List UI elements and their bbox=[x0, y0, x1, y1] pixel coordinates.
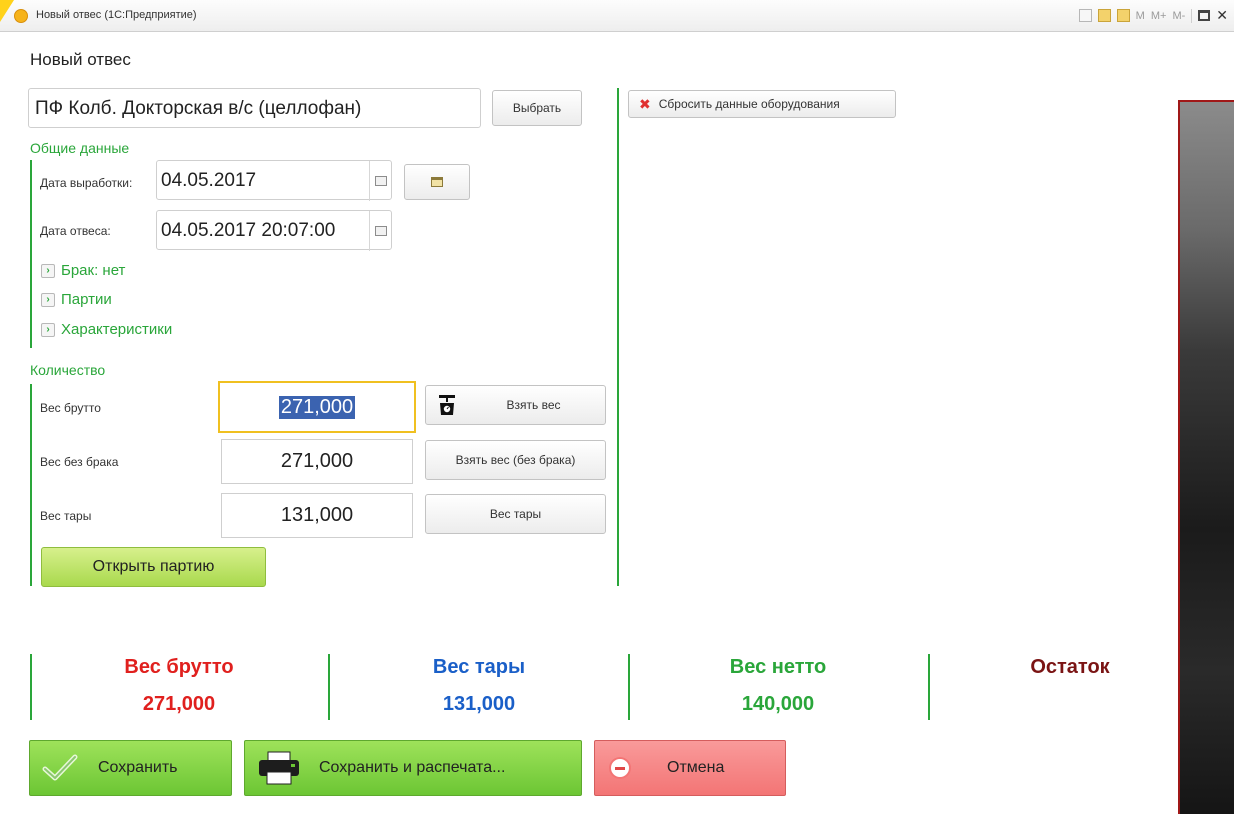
title-bar: Новый отвес (1С:Предприятие) M M+ M- ✕ bbox=[0, 0, 1234, 32]
general-section-title: Общие данные bbox=[30, 140, 130, 156]
calendar-icon[interactable] bbox=[1116, 9, 1130, 22]
take-weight-label: Взять вес bbox=[506, 398, 561, 412]
summary-gross-label: Вес брутто bbox=[124, 656, 234, 678]
production-date-label: Дата выработки: bbox=[40, 176, 133, 190]
weighing-date-value: 04.05.2017 20:07:00 bbox=[161, 220, 336, 241]
column-divider bbox=[617, 88, 619, 586]
chevron-right-icon: › bbox=[41, 263, 55, 278]
gross-weight-value: 271,000 bbox=[278, 395, 356, 419]
memory-minus-button[interactable]: M- bbox=[1172, 10, 1185, 22]
chevron-right-icon: › bbox=[41, 322, 55, 337]
summary-net: Вес нетто 140,000 bbox=[658, 656, 898, 716]
expander-defect[interactable]: › Брак: нет bbox=[41, 262, 125, 279]
take-weight-button[interactable]: Взять вес bbox=[425, 385, 606, 425]
calendar-icon[interactable] bbox=[369, 161, 391, 201]
tare-weight-field[interactable]: 131,000 bbox=[221, 493, 413, 538]
cancel-button[interactable]: Отмена bbox=[594, 740, 786, 796]
tare-weight-label: Вес тары bbox=[40, 509, 92, 523]
calendar-icon bbox=[431, 177, 443, 187]
toolbar-divider bbox=[1191, 8, 1193, 23]
quantity-section-line bbox=[30, 384, 32, 586]
summary-remainder-label: Остаток bbox=[1030, 656, 1110, 678]
summary-divider bbox=[30, 654, 32, 720]
weighing-date-label: Дата отвеса: bbox=[40, 224, 111, 238]
save-and-print-button[interactable]: Сохранить и распечата... bbox=[244, 740, 582, 796]
no-defect-weight-label: Вес без брака bbox=[40, 455, 119, 469]
chevron-right-icon: › bbox=[41, 292, 55, 307]
summary-gross: Вес брутто 271,000 bbox=[59, 656, 299, 716]
title-bar-tools: M M+ M- ✕ bbox=[1078, 7, 1228, 24]
general-section-line bbox=[30, 160, 32, 348]
select-product-button[interactable]: Выбрать bbox=[492, 90, 582, 126]
production-date-field[interactable]: 04.05.2017 bbox=[156, 160, 392, 201]
no-defect-weight-value: 271,000 bbox=[280, 450, 354, 472]
cancel-label: Отмена bbox=[667, 759, 725, 776]
summary-tare-label: Вес тары bbox=[432, 656, 526, 678]
summary-divider bbox=[928, 654, 930, 720]
notes-icon[interactable] bbox=[1097, 9, 1111, 22]
weighing-date-field[interactable]: 04.05.2017 20:07:00 bbox=[156, 210, 392, 251]
quantity-section-title: Количество bbox=[30, 362, 106, 378]
app-logo-icon bbox=[14, 9, 28, 23]
form-title: Новый отвес bbox=[30, 50, 131, 69]
open-batch-button[interactable]: Открыть партию bbox=[41, 547, 266, 587]
stop-icon bbox=[611, 759, 629, 777]
memory-plus-button[interactable]: M+ bbox=[1151, 10, 1167, 22]
take-weight-no-defect-button[interactable]: Взять вес (без брака) bbox=[425, 440, 606, 480]
gross-weight-field[interactable]: 271,000 bbox=[218, 381, 416, 433]
summary-gross-value: 271,000 bbox=[142, 693, 216, 715]
save-and-print-label: Сохранить и распечата... bbox=[319, 759, 506, 776]
printer-icon bbox=[259, 751, 299, 785]
scale-icon bbox=[439, 395, 455, 415]
tare-weight-button[interactable]: Вес тары bbox=[425, 494, 606, 534]
expander-characteristics[interactable]: › Характеристики bbox=[41, 321, 172, 338]
gross-weight-label: Вес брутто bbox=[40, 401, 101, 415]
summary-tare-value: 131,000 bbox=[442, 693, 516, 715]
summary-tare: Вес тары 131,000 bbox=[359, 656, 599, 716]
date-picker-button[interactable] bbox=[404, 164, 470, 200]
summary-divider bbox=[328, 654, 330, 720]
memory-button[interactable]: M bbox=[1136, 10, 1145, 22]
summary-net-value: 140,000 bbox=[741, 693, 815, 715]
reset-equipment-button[interactable]: ✖ Сбросить данные оборудования bbox=[628, 90, 896, 118]
summary-divider bbox=[628, 654, 630, 720]
cross-icon: ✖ bbox=[639, 95, 651, 112]
save-label: Сохранить bbox=[98, 759, 178, 776]
corner-accent bbox=[0, 0, 14, 22]
home-icon[interactable] bbox=[1078, 9, 1092, 22]
checkmark-icon bbox=[42, 754, 78, 781]
background-photo bbox=[1178, 100, 1234, 814]
maximize-icon[interactable] bbox=[1198, 10, 1211, 21]
summary-net-label: Вес нетто bbox=[729, 656, 827, 678]
expander-label: Характеристики bbox=[61, 321, 173, 338]
close-icon[interactable]: ✕ bbox=[1216, 7, 1228, 24]
production-date-value: 04.05.2017 bbox=[161, 170, 257, 191]
window-title: Новый отвес (1С:Предприятие) bbox=[36, 9, 197, 21]
expander-batches[interactable]: › Партии bbox=[41, 291, 112, 308]
expander-label: Партии bbox=[61, 291, 112, 308]
product-field[interactable]: ПФ Колб. Докторская в/с (целлофан) bbox=[28, 88, 481, 128]
tare-weight-value: 131,000 bbox=[280, 504, 354, 526]
calendar-icon[interactable] bbox=[369, 211, 391, 251]
expander-label: Брак: нет bbox=[61, 262, 126, 279]
reset-equipment-label: Сбросить данные оборудования bbox=[658, 97, 840, 111]
no-defect-weight-field[interactable]: 271,000 bbox=[221, 439, 413, 484]
save-button[interactable]: Сохранить bbox=[29, 740, 232, 796]
summary-remainder: Остаток bbox=[950, 656, 1190, 693]
